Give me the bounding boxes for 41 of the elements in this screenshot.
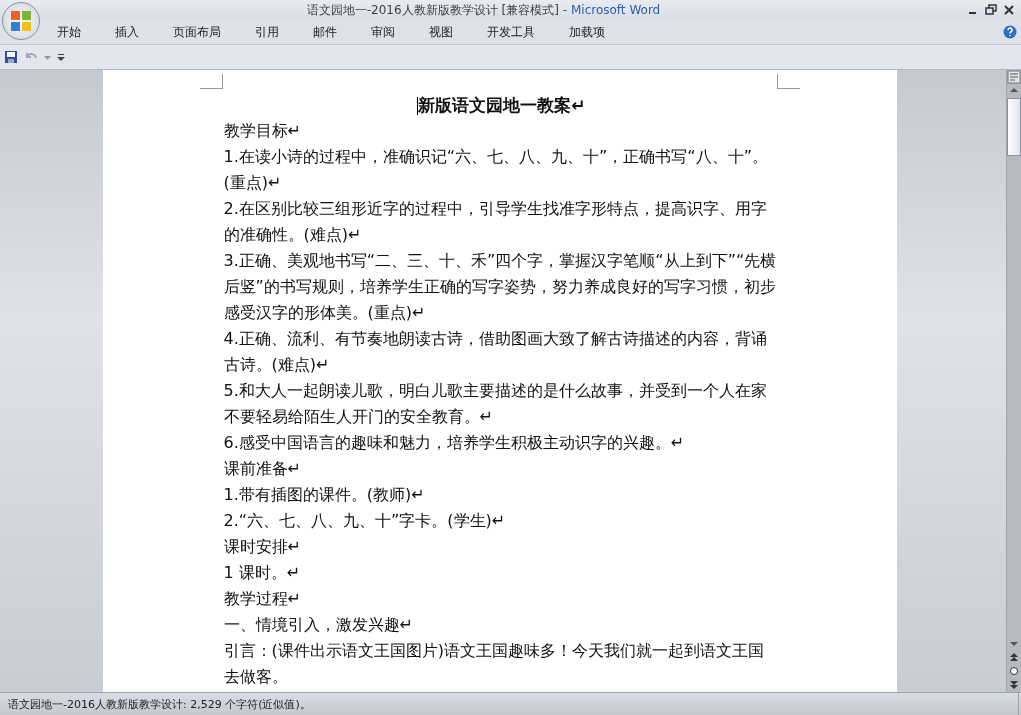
app-name: - Microsoft Word — [562, 2, 661, 17]
vertical-scrollbar[interactable] — [1006, 70, 1021, 692]
save-icon[interactable] — [4, 50, 18, 64]
paragraph: 1.带有插图的课件。(教师)↵ — [223, 484, 426, 506]
document-title: 新版语文园地一教案↵ — [418, 95, 586, 115]
status-text: 语文园地一-2016人教新版教学设计: 2,529 个字符(近似值)。 — [7, 696, 312, 712]
office-button[interactable] — [2, 2, 40, 40]
ribbon-tab[interactable]: 视图 — [416, 23, 466, 41]
paragraph: 教学过程↵ — [223, 588, 302, 610]
close-icon[interactable] — [1003, 4, 1015, 16]
paragraph: 1.在读小诗的过程中，准确识记“六、七、八、九、十”，正确书写“八、十”。(重点)↵ — [223, 146, 769, 194]
restore-icon[interactable] — [985, 4, 997, 16]
browse-object-icon[interactable] — [1007, 664, 1021, 678]
paragraph: 2.“六、七、八、九、十”字卡。(学生)↵ — [223, 510, 507, 532]
ribbon-tab[interactable]: 邮件 — [300, 23, 350, 41]
crop-mark — [199, 74, 223, 89]
paragraph: 引言：(课件出示语文王国图片)语文王国趣味多！今天我们就一起到语文王国去做客。 — [223, 640, 765, 688]
paragraph: 6.感受中国语言的趣味和魅力，培养学生积极主动识字的兴趣。↵ — [223, 432, 686, 454]
paragraph: 1 课时。↵ — [223, 562, 302, 584]
paragraph: 一、情境引入，激发兴趣↵ — [223, 614, 414, 636]
ribbon-tab[interactable]: 引用 — [242, 23, 292, 41]
ribbon-tab[interactable]: 开始 — [44, 23, 94, 41]
crop-mark — [776, 74, 800, 89]
ribbon-tab[interactable]: 加载项 — [556, 23, 618, 41]
window-title: 语文园地一-2016人教新版教学设计 [兼容模式] — [306, 2, 559, 17]
ribbon-tab[interactable]: 开发工具 — [474, 23, 548, 41]
paragraph: 5.和大人一起朗读儿歌，明白儿歌主要描述的是什么故事，并受到一个人在家不要轻易给陌生人开门的安全教育。↵ — [223, 380, 768, 428]
ribbon-tab[interactable]: 页面布局 — [160, 23, 234, 41]
ribbon-tab[interactable]: 插入 — [102, 23, 152, 41]
paragraph: 课前准备↵ — [223, 458, 302, 480]
paragraph: 教学目标↵ — [223, 120, 302, 142]
ruler-toggle-icon[interactable] — [1007, 70, 1021, 84]
paragraph: 4.正确、流利、有节奏地朗读古诗，借助图画大致了解古诗描述的内容，背诵古诗。(难点)↵ — [223, 328, 768, 376]
ribbon-tab[interactable]: 审阅 — [358, 23, 408, 41]
scroll-thumb[interactable] — [1007, 98, 1021, 156]
paragraph: 课时安排↵ — [223, 536, 302, 558]
help-icon[interactable] — [1003, 25, 1017, 39]
office-logo-icon — [8, 8, 34, 34]
paragraph: 2.在区别比较三组形近字的过程中，引导学生找准字形特点，提高识字、用字的准确性。(难点)↵ — [223, 198, 768, 246]
paragraph: 3.正确、美观地书写“二、三、十、禾”四个字，掌握汉字笔顺“从上到下”“先横后竖”的书写规则，培养学生正确的写字姿势，努力养成良好的写字习惯，初步感受汉字的形体美。(重点)↵ — [223, 250, 778, 324]
customize-icon[interactable] — [57, 52, 65, 62]
